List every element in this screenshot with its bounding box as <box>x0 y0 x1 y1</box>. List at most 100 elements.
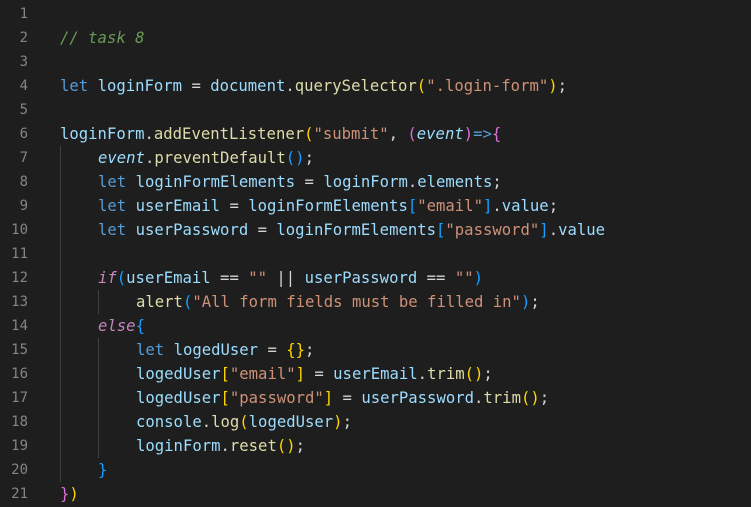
code-line[interactable]: 6 loginForm.addEventListener("submit", (e… <box>0 122 751 146</box>
code-text: else{ <box>60 314 751 338</box>
code-token: loginForm <box>60 125 145 143</box>
line-number: 17 <box>11 390 28 406</box>
code-line[interactable]: 21}) <box>0 482 751 506</box>
code-token: () <box>520 389 540 407</box>
code-editor[interactable]: 1 2// task 8 3 4 let loginForm = document.qu… <box>0 2 751 507</box>
code-token: = <box>182 77 211 95</box>
code-line[interactable]: 14 else{ <box>0 314 751 338</box>
code-token: "email" <box>417 197 483 215</box>
code-token: ) <box>548 77 558 95</box>
code-line[interactable]: 17 logedUser["password"] = userPassword.t… <box>0 386 751 410</box>
code-text: let loginForm = document.querySelector("… <box>60 74 751 98</box>
code-token: ] <box>323 389 334 407</box>
code-token: elements <box>417 173 493 191</box>
code-token: ( <box>407 125 417 143</box>
code-token: } <box>60 485 70 503</box>
code-token: document <box>210 77 286 95</box>
code-line[interactable]: 10 let userPassword = loginFormElements["… <box>0 218 751 242</box>
code-line[interactable]: 18 console.log(logedUser); <box>0 410 751 434</box>
code-line[interactable]: 13 alert("All form fields must be filled … <box>0 290 751 314</box>
indent-guide <box>98 338 99 458</box>
code-token: ) <box>520 293 531 311</box>
code-line[interactable]: 5 <box>0 98 751 122</box>
code-token: "password" <box>445 221 540 239</box>
code-token: logedUser <box>248 413 334 431</box>
code-text: loginForm.reset(); <box>60 434 751 458</box>
line-number: 1 <box>19 6 28 22</box>
code-token: ; <box>548 197 559 215</box>
line-number: 13 <box>11 294 28 310</box>
code-token: . <box>492 197 502 215</box>
code-token: userEmail <box>333 365 418 383</box>
code-token: loginFormElements <box>248 197 408 215</box>
code-token: let <box>136 341 165 359</box>
code-token: ; <box>342 413 352 431</box>
code-line[interactable]: 7 event.preventDefault(); <box>0 146 751 170</box>
code-token: { <box>135 317 145 335</box>
code-token: [ <box>220 365 230 383</box>
code-token: querySelector <box>294 77 417 95</box>
code-token: ; <box>557 77 568 95</box>
code-text: let logedUser = {}; <box>60 338 751 362</box>
line-number: 11 <box>11 246 28 262</box>
code-token: = <box>248 221 277 239</box>
code-token: trim <box>427 365 465 383</box>
code-line[interactable]: 8 let loginFormElements = loginForm.eleme… <box>0 170 751 194</box>
code-token: reset <box>229 437 277 455</box>
indent-guide <box>98 290 99 314</box>
code-token: ".login-form" <box>426 77 549 95</box>
line-number: 5 <box>19 102 28 118</box>
code-token: ( <box>304 125 314 143</box>
code-token: loginFormElements <box>276 221 437 239</box>
code-token: let <box>98 173 127 191</box>
code-token: value <box>558 221 606 239</box>
line-number: 3 <box>19 54 28 70</box>
code-token: // task 8 <box>60 29 145 47</box>
code-line[interactable]: 1 <box>0 2 751 26</box>
code-line[interactable]: 3 <box>0 50 751 74</box>
code-line[interactable]: 9 let userEmail = loginFormElements["emai… <box>0 194 751 218</box>
line-number: 10 <box>11 222 28 238</box>
code-line[interactable]: 4 let loginForm = document.querySelector(… <box>0 74 751 98</box>
code-text: if(userEmail == "" || userPassword == ""… <box>60 266 751 290</box>
code-token: ; <box>530 293 540 311</box>
code-line[interactable]: 20} <box>0 458 751 482</box>
code-text: let loginFormElements = loginForm.elemen… <box>60 170 751 194</box>
code-line[interactable]: 2 // task 8 <box>0 26 751 50</box>
line-number: 4 <box>19 78 28 94</box>
code-token: loginForm <box>136 437 221 455</box>
code-line[interactable]: 19 loginForm.reset(); <box>0 434 751 458</box>
code-token: . <box>407 173 418 191</box>
code-token: ; <box>492 173 502 191</box>
code-token: . <box>417 365 428 383</box>
code-text: alert("All form fields must be filled in… <box>60 290 751 314</box>
code-token: ; <box>295 437 306 455</box>
code-token: let <box>60 77 89 95</box>
code-token: { <box>491 125 502 143</box>
code-token: "submit" <box>313 125 389 143</box>
code-token: logedUser <box>173 341 259 359</box>
code-token: ( <box>239 413 249 431</box>
code-token: userEmail <box>135 197 221 215</box>
line-number: 7 <box>19 150 28 166</box>
code-line[interactable]: 16 logedUser["email"] = userEmail.trim(); <box>0 362 751 386</box>
code-token: ) <box>463 125 474 143</box>
code-token: let <box>98 197 127 215</box>
line-number: 19 <box>11 438 28 454</box>
code-line[interactable]: 15 let logedUser = {}; <box>0 338 751 362</box>
code-token: => <box>473 125 492 143</box>
code-token: loginForm <box>97 77 183 95</box>
line-number: 14 <box>11 318 28 334</box>
code-token: ( <box>182 293 193 311</box>
code-token: ; <box>304 149 314 167</box>
code-token: . <box>201 413 212 431</box>
code-line[interactable]: 11 <box>0 242 751 266</box>
code-token: loginForm <box>323 173 408 191</box>
code-line[interactable]: 12 if(userEmail == "" || userPassword == … <box>0 266 751 290</box>
line-number: 12 <box>11 270 28 286</box>
